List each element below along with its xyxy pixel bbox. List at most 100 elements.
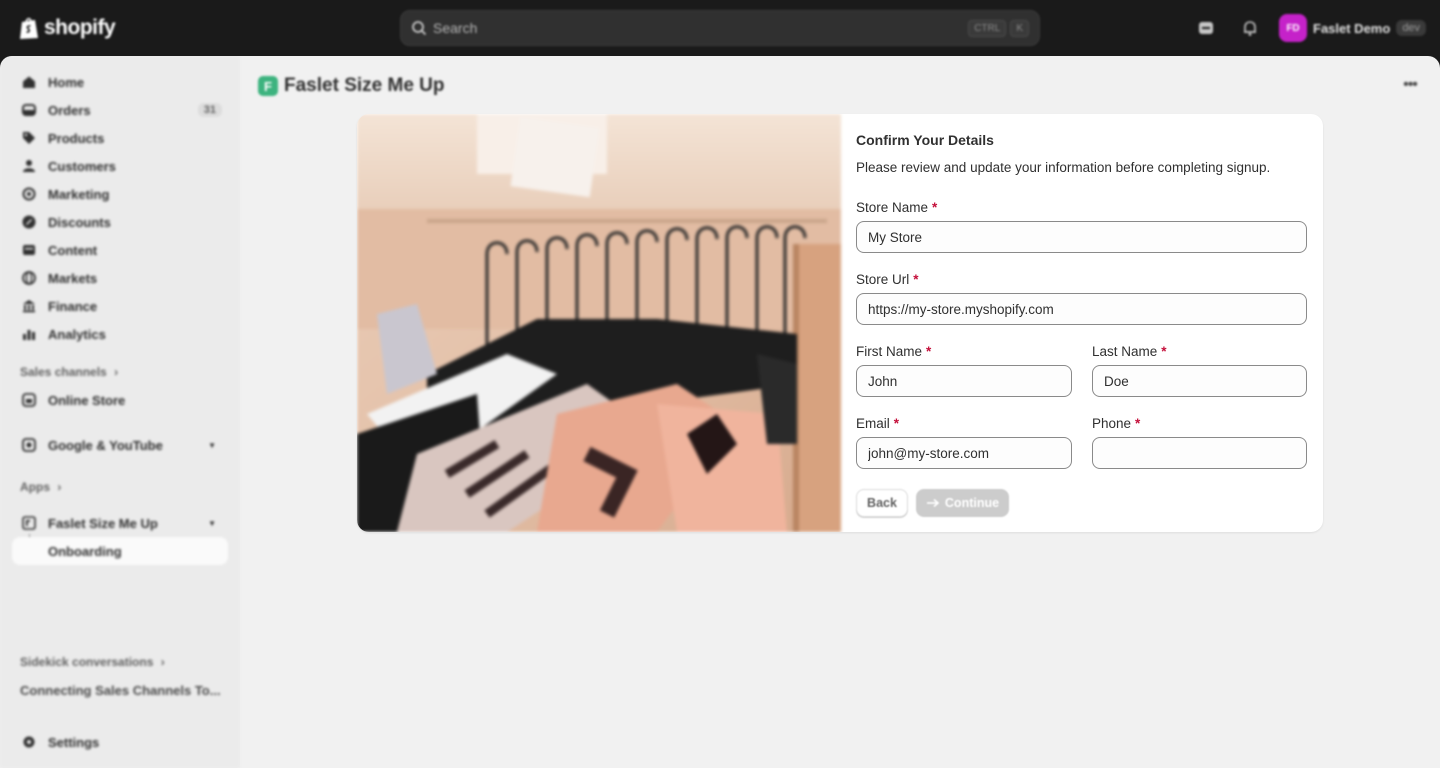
required-marker: * xyxy=(926,344,932,359)
apps-heading[interactable]: Apps › xyxy=(20,480,61,494)
bank-icon xyxy=(23,300,35,313)
content-icon xyxy=(23,245,35,255)
search-icon xyxy=(412,21,427,36)
dev-badge: dev xyxy=(1396,20,1427,36)
last-name-input[interactable] xyxy=(1092,365,1307,397)
shortcut-key-ctrl: CTRL xyxy=(968,19,1007,37)
sidebar-item-label: Onboarding xyxy=(48,543,122,559)
continue-button-label: Continue xyxy=(944,496,1000,510)
person-icon xyxy=(23,160,35,172)
sidebar: Home Orders 31 Products Customers Market… xyxy=(0,56,240,768)
target-icon xyxy=(22,187,36,201)
sidebar-item-products[interactable]: Products xyxy=(12,124,228,152)
email-field[interactable] xyxy=(856,437,1072,469)
sidebar-item-label: Content xyxy=(48,242,98,258)
sidekick-heading[interactable]: Sidekick conversations › xyxy=(20,655,165,669)
back-button[interactable]: Back xyxy=(856,489,908,517)
faslet-app-icon: F xyxy=(258,76,278,96)
form-description: Please review and update your informatio… xyxy=(856,160,1271,175)
sidebar-item-discounts[interactable]: Discounts xyxy=(12,208,228,236)
shopify-wordmark: shopify xyxy=(44,16,116,39)
sidebar-item-label: Finance xyxy=(48,298,98,314)
sidebar-item-finance[interactable]: Finance xyxy=(12,292,228,320)
sidebar-item-label: Customers xyxy=(48,158,116,174)
form-title: Confirm Your Details xyxy=(856,132,994,148)
store-icon xyxy=(22,393,36,407)
phone-label-text: Phone xyxy=(1092,416,1132,431)
user-name: Faslet Demo xyxy=(1313,20,1391,36)
sidekick-conversation-item[interactable]: Connecting Sales Channels To... xyxy=(20,683,221,698)
app-icon xyxy=(22,516,36,530)
onboarding-card: Confirm Your Details Please review and u… xyxy=(357,114,1323,532)
sidebar-item-google-youtube[interactable]: Google & YouTube ▼ xyxy=(12,431,228,459)
chevron-right-icon: › xyxy=(57,480,62,494)
caret-down-icon: ▼ xyxy=(208,440,216,450)
details-form: Confirm Your Details Please review and u… xyxy=(856,114,1308,532)
sidebar-item-faslet-app[interactable]: Faslet Size Me Up ▼ xyxy=(12,509,228,537)
store-url-input[interactable] xyxy=(856,293,1307,325)
sidebar-item-settings[interactable]: Settings xyxy=(12,728,228,756)
caret-down-icon: ▼ xyxy=(208,518,216,528)
required-marker: * xyxy=(893,416,900,431)
more-actions-button[interactable]: ••• xyxy=(1398,76,1422,96)
required-marker: * xyxy=(913,272,919,287)
sidebar-item-label: Analytics xyxy=(48,326,106,342)
tag-icon xyxy=(23,132,35,144)
clothing-rack-image xyxy=(357,114,841,532)
search-bar[interactable]: Search CTRL K xyxy=(400,10,1040,46)
sidebar-item-online-store[interactable]: Online Store xyxy=(12,386,228,414)
sidebar-item-customers[interactable]: Customers xyxy=(12,152,228,180)
continue-button[interactable]: Continue xyxy=(916,489,1009,517)
avatar: FD xyxy=(1279,14,1307,42)
page-title: Faslet Size Me Up xyxy=(284,75,445,96)
sidebar-item-content[interactable]: Content xyxy=(12,236,228,264)
sidebar-item-label: Orders xyxy=(48,102,91,118)
home-icon xyxy=(23,76,35,88)
back-button-label: Back xyxy=(867,496,897,510)
orders-count-badge: 31 xyxy=(197,103,222,117)
shopify-logo[interactable]: shopify xyxy=(18,15,116,41)
last-name-label-text: Last Name xyxy=(1092,344,1158,359)
google-app-icon xyxy=(22,438,36,452)
sidebar-item-label: Discounts xyxy=(48,214,111,230)
required-marker: * xyxy=(932,200,938,215)
admin-shell: Home Orders 31 Products Customers Market… xyxy=(0,56,1440,768)
sales-channels-label: Sales channels xyxy=(20,365,107,379)
sidebar-item-onboarding[interactable]: Onboarding xyxy=(12,537,228,565)
sidebar-item-label: Home xyxy=(48,74,85,90)
sidebar-item-label: Marketing xyxy=(48,186,110,202)
sidebar-item-orders[interactable]: Orders 31 xyxy=(12,96,228,124)
first-name-label-text: First Name xyxy=(856,344,923,359)
apps-label: Apps xyxy=(20,480,50,494)
orders-icon xyxy=(22,104,36,116)
last-name-label: Last Name * xyxy=(1092,344,1167,359)
page-header: F Faslet Size Me Up xyxy=(258,72,445,100)
user-menu[interactable]: FD Faslet Demo dev xyxy=(1279,14,1427,42)
shopify-bag-icon xyxy=(20,17,38,39)
phone-field[interactable] xyxy=(1092,437,1307,469)
required-marker: * xyxy=(1161,344,1167,359)
sidekick-label: Sidekick conversations xyxy=(20,655,154,669)
store-name-input[interactable] xyxy=(856,221,1307,253)
chevron-right-icon: › xyxy=(114,365,119,379)
sidekick-conversation-label: Connecting Sales Channels To... xyxy=(20,683,221,698)
email-label: Email * xyxy=(856,416,899,431)
first-name-input[interactable] xyxy=(856,365,1072,397)
main-content: F Faslet Size Me Up ••• Confirm Your Det… xyxy=(240,56,1440,768)
email-label-text: Email xyxy=(856,416,890,431)
sidebar-item-label: Online Store xyxy=(48,392,126,408)
sidebar-item-label: Google & YouTube xyxy=(48,437,163,453)
sidebar-item-markets[interactable]: Markets xyxy=(12,264,228,292)
bell-icon[interactable] xyxy=(1240,18,1260,38)
chart-icon xyxy=(23,330,35,340)
sidebar-item-label: Markets xyxy=(48,270,98,286)
globe-icon xyxy=(22,271,36,285)
store-icon[interactable] xyxy=(1196,18,1216,38)
sidebar-item-home[interactable]: Home xyxy=(12,68,228,96)
sidebar-item-analytics[interactable]: Analytics xyxy=(12,320,228,348)
sidebar-item-marketing[interactable]: Marketing xyxy=(12,180,228,208)
store-url-label-text: Store Url xyxy=(856,272,910,287)
store-url-label: Store Url * xyxy=(856,272,919,287)
phone-label: Phone * xyxy=(1092,416,1140,431)
sales-channels-heading[interactable]: Sales channels › xyxy=(20,365,118,379)
